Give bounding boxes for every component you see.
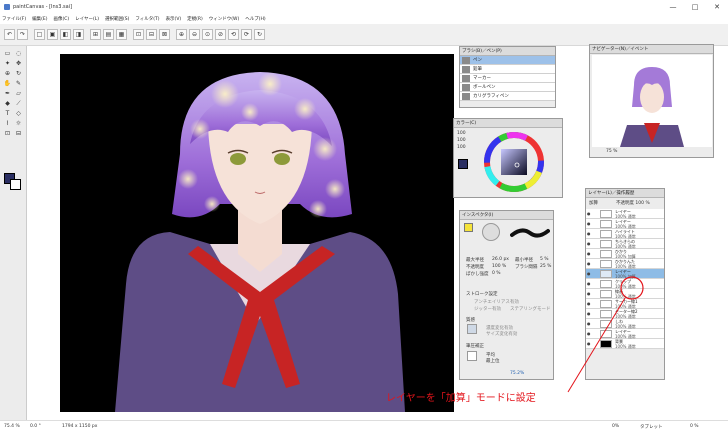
status-zoom: 75.4 %: [4, 424, 20, 429]
status-bar: 75.4 % 0.0 ° 1794 x 1150 px 0% タブレット 0 %: [0, 420, 728, 448]
highlight-circle: [620, 276, 644, 300]
status-right-1: 0%: [612, 424, 620, 429]
status-right-2: タブレット: [640, 425, 663, 430]
status-size: 1794 x 1150 px: [62, 424, 98, 429]
status-right-3: 0 %: [690, 424, 699, 429]
annotation-overlay: [567, 276, 644, 393]
annotation-arrow: [567, 297, 626, 393]
status-angle: 0.0 °: [30, 424, 41, 429]
annotation-text: レイヤーを「加算」モードに設定: [386, 393, 536, 404]
